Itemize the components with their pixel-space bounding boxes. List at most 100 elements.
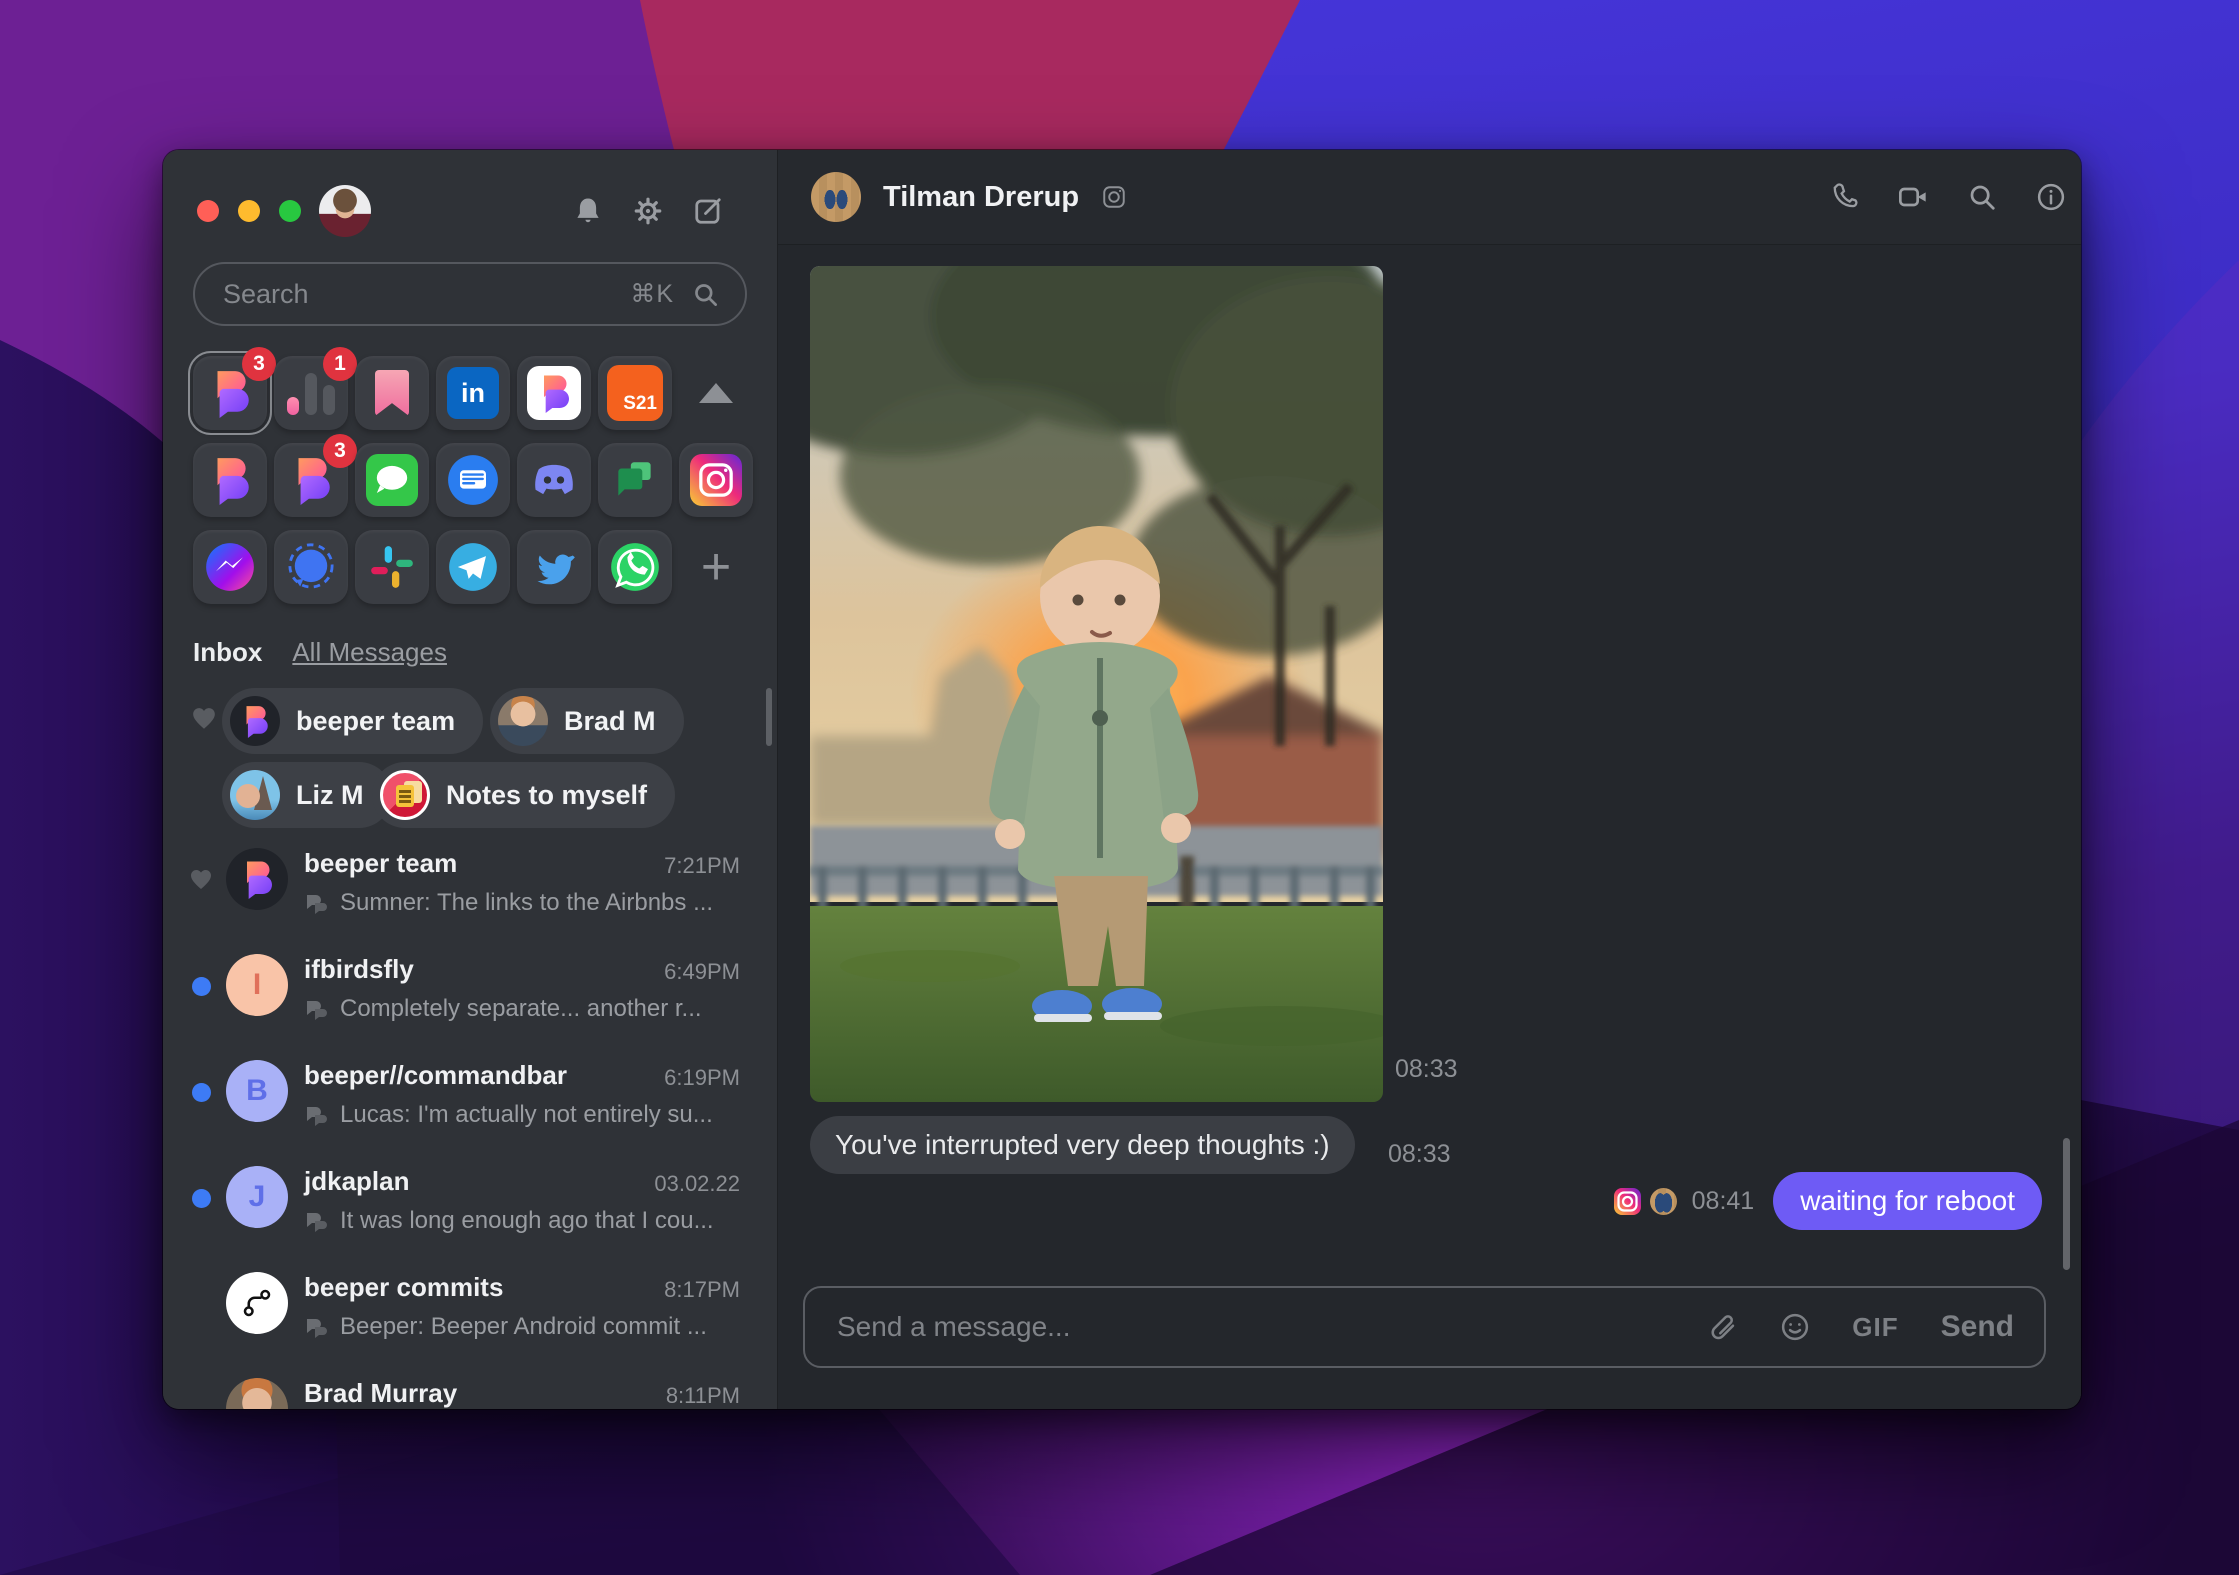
conversation-row-beeper-team[interactable]: beeper team 7:21PM Sumner: The links to …	[163, 848, 778, 948]
conversation-name: ifbirdsfly	[304, 954, 414, 984]
unread-dot	[189, 1080, 213, 1104]
conversation-row-ifbirdsfly[interactable]: I ifbirdsfly 6:49PM Completely separate.…	[163, 954, 778, 1054]
outgoing-message-row: 08:41 waiting for reboot	[1613, 1172, 2042, 1230]
network-grid-row-2: 3	[193, 434, 753, 517]
avatar: I	[226, 954, 288, 1016]
outgoing-message-bubble: waiting for reboot	[1773, 1172, 2042, 1230]
unread-badge: 3	[242, 347, 276, 381]
network-android-messages[interactable]	[436, 443, 510, 517]
triangle-up-icon	[699, 383, 733, 403]
network-instagram[interactable]	[679, 443, 753, 517]
sidebar-scrollbar[interactable]	[766, 688, 772, 746]
zoom-window-button[interactable]	[279, 200, 301, 222]
info-icon[interactable]	[2034, 180, 2068, 214]
chat-bubbles-icon	[304, 891, 328, 915]
network-beeper-white[interactable]	[517, 356, 591, 430]
emoji-icon[interactable]	[1780, 1312, 1810, 1342]
favorites-heart-icon	[191, 706, 217, 732]
chat-avatar[interactable]	[811, 172, 861, 222]
network-imessage[interactable]	[355, 443, 429, 517]
incoming-message-bubble: You've interrupted very deep thoughts :)	[810, 1116, 1355, 1174]
favorite-pill-beeper-team[interactable]: beeper team	[222, 688, 484, 754]
search-bar: ⌘K	[193, 262, 747, 326]
network-bookmarks[interactable]	[355, 356, 429, 430]
send-button[interactable]: Send	[1941, 1310, 2014, 1344]
conversation-preview: Sumner: The links to the Airbnbs ...	[340, 889, 714, 916]
favorite-pill-notes-to-myself[interactable]: Notes to myself	[372, 762, 676, 828]
chat-bubbles-icon	[304, 1315, 328, 1339]
slack-icon	[371, 546, 413, 588]
beeper-app-window: ⌘K 3 1 in S21	[163, 150, 2081, 1409]
conversation-row-jdkaplan[interactable]: J jdkaplan 03.02.22 It was long enough a…	[163, 1166, 778, 1266]
network-slack[interactable]	[355, 530, 429, 604]
network-grid-row-1: 3 1 in S21	[188, 347, 753, 435]
imessage-icon	[366, 454, 418, 506]
conversation-time: 6:19PM	[664, 1065, 740, 1090]
network-messenger[interactable]	[193, 530, 267, 604]
instagram-network-badge-icon	[1613, 1187, 1641, 1215]
compose-new-message-icon[interactable]	[691, 194, 725, 228]
close-window-button[interactable]	[197, 200, 219, 222]
avatar	[498, 696, 548, 746]
search-input[interactable]	[221, 277, 631, 311]
incoming-message-timestamp: 08:33	[1388, 1140, 1451, 1168]
network-google-chat[interactable]	[598, 443, 672, 517]
network-beeper-2[interactable]: 3	[274, 434, 357, 517]
plus-icon: +	[700, 538, 732, 596]
network-beeper-inbox[interactable]: 3	[188, 347, 276, 435]
desktop: ⌘K 3 1 in S21	[0, 0, 2239, 1575]
network-beeper[interactable]	[193, 443, 267, 517]
avatar: J	[226, 1166, 288, 1228]
attach-file-paperclip-icon[interactable]	[1708, 1312, 1738, 1342]
telegram-icon	[449, 543, 497, 591]
conversation-time: 8:11PM	[665, 1383, 740, 1408]
network-telegram[interactable]	[436, 530, 510, 604]
avatar: B	[226, 1060, 288, 1122]
collapse-grid-button[interactable]	[679, 356, 753, 430]
video-call-icon[interactable]	[1896, 180, 1930, 214]
android-messages-icon	[448, 455, 498, 505]
conversation-preview: Beeper: Beeper Android commit ...	[340, 1313, 707, 1340]
favorite-pill-brad-m[interactable]: Brad M	[490, 688, 684, 754]
favorite-label: beeper team	[296, 705, 456, 736]
search-shortcut: ⌘K	[630, 280, 674, 308]
all-messages-link[interactable]: All Messages	[292, 637, 447, 668]
user-profile-avatar[interactable]	[319, 185, 371, 237]
network-twitter[interactable]	[517, 530, 591, 604]
instagram-icon	[690, 454, 742, 506]
bookmark-icon	[375, 370, 409, 416]
network-s21[interactable]: S21	[598, 356, 672, 430]
s21-icon: S21	[607, 365, 663, 421]
gif-button[interactable]: GIF	[1852, 1312, 1898, 1343]
chat-scrollbar[interactable]	[2063, 1138, 2070, 1270]
add-network-button[interactable]: +	[679, 530, 753, 604]
network-signal[interactable]	[274, 530, 348, 604]
beeper-slack-icon	[527, 366, 581, 420]
avatar	[380, 770, 430, 820]
minimize-window-button[interactable]	[238, 200, 260, 222]
avatar	[230, 770, 280, 820]
conversation-row-beeper-commandbar[interactable]: B beeper//commandbar 6:19PM Lucas: I'm a…	[163, 1060, 778, 1160]
inbox-tab[interactable]: Inbox	[193, 637, 262, 668]
network-analytics[interactable]: 1	[274, 347, 357, 430]
conversation-time: 6:49PM	[664, 959, 740, 984]
chat-bubbles-icon	[304, 997, 328, 1021]
favorite-pill-liz-m[interactable]: Liz M	[222, 762, 392, 828]
network-whatsapp[interactable]	[598, 530, 672, 604]
chat-bubbles-icon	[304, 1103, 328, 1127]
notifications-bell-icon[interactable]	[571, 194, 605, 228]
google-chat-icon	[618, 462, 651, 496]
network-discord[interactable]	[517, 443, 591, 517]
chat-bubbles-icon	[304, 1209, 328, 1233]
photo-message[interactable]	[810, 266, 1383, 1102]
message-input[interactable]	[835, 1310, 1667, 1344]
voice-call-icon[interactable]	[1827, 180, 1861, 214]
settings-gear-icon[interactable]	[631, 194, 665, 228]
conversation-time: 8:17PM	[664, 1277, 740, 1302]
window-controls	[197, 200, 301, 222]
search-in-chat-icon[interactable]	[1965, 180, 1999, 214]
unread-dot	[189, 1186, 213, 1210]
conversation-row-beeper-commits[interactable]: beeper commits 8:17PM Beeper: Beeper And…	[163, 1272, 778, 1372]
network-linkedin[interactable]: in	[436, 356, 510, 430]
conversation-row-brad-murray[interactable]: Brad Murray 8:11PM	[163, 1378, 778, 1409]
